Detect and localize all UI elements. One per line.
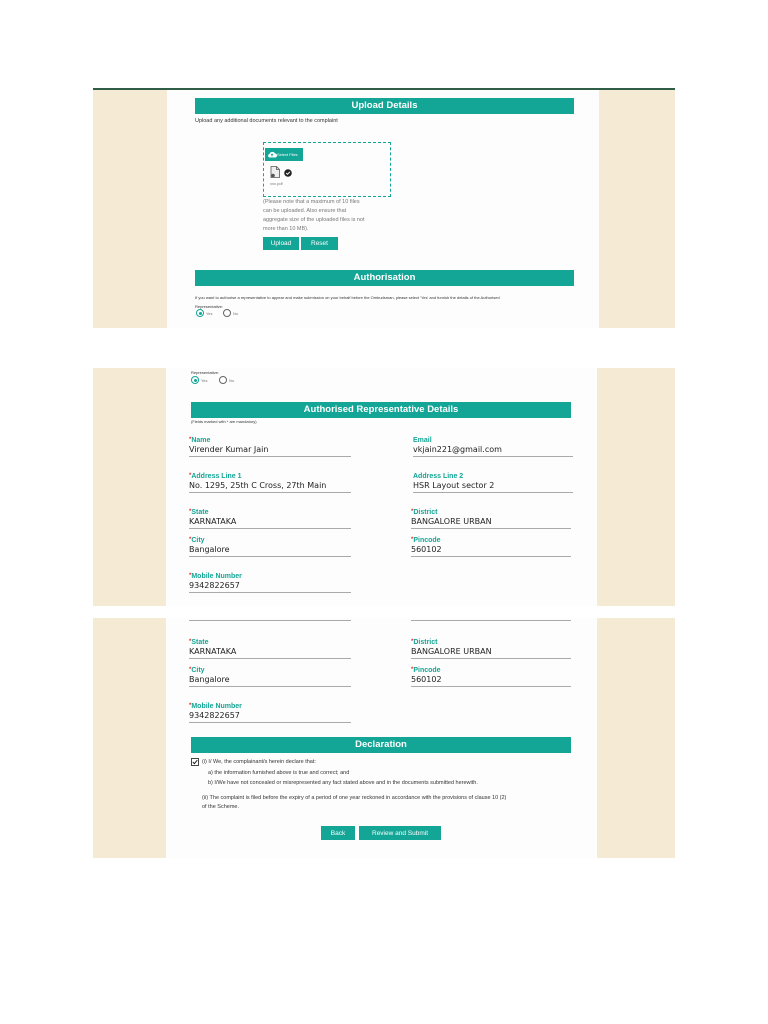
header-rule — [93, 88, 675, 90]
address-line-2-label: Address Line 2 — [413, 473, 464, 480]
radio-no-label: No — [229, 378, 235, 383]
authorisation-header: Authorisation — [195, 270, 574, 286]
address-line-2-field[interactable]: Address Line 2 HSR Layout sector 2 — [413, 472, 573, 493]
declaration-line-ii-1: (ii) The complaint is filed before the e… — [202, 795, 507, 801]
city-select[interactable]: Bangalore — [189, 545, 351, 557]
declaration-checkbox[interactable] — [191, 758, 199, 766]
email-field[interactable]: Email vkjain221@gmail.com — [413, 436, 573, 457]
city-field[interactable]: *City Bangalore — [189, 536, 351, 557]
state-label: State — [191, 639, 209, 646]
back-button[interactable]: Back — [321, 826, 355, 840]
checkbox-check-icon — [192, 759, 198, 765]
mobile-input[interactable]: 9342822657 — [189, 711, 351, 723]
district-label: District — [413, 639, 438, 646]
upload-note-line-3: aggregate size of the uploaded files is … — [263, 217, 365, 223]
mobile-field[interactable]: *Mobile Number 9342822657 — [189, 572, 351, 593]
declaration-line-ii-2: of the Scheme. — [202, 804, 239, 810]
screenshot-upload: Upload Details Upload any additional doc… — [93, 88, 675, 328]
mobile-input[interactable]: 9342822657 — [189, 581, 351, 593]
check-circle-icon — [284, 169, 292, 177]
review-and-submit-button[interactable]: Review and Submit — [359, 826, 441, 840]
reset-button[interactable]: Reset — [301, 237, 338, 250]
file-dropzone[interactable]: Select Files xxx.pdf — [263, 142, 391, 197]
uploaded-file-name: xxx.pdf — [270, 181, 283, 186]
pincode-input[interactable]: 560102 — [411, 545, 571, 557]
state-field[interactable]: *State KARNATAKA — [189, 508, 351, 529]
radio-no-label: No — [233, 311, 239, 316]
radio-yes-label: Yes — [201, 378, 208, 383]
district-label: District — [413, 509, 438, 516]
radio-yes-label: Yes — [206, 311, 213, 316]
declaration-line-b: b) I/We have not concealed or misreprese… — [208, 780, 478, 786]
upload-note-line-1: (Please note that a maximum of 10 files — [263, 199, 360, 205]
cloud-upload-icon — [268, 151, 277, 158]
radio-no[interactable] — [219, 376, 227, 384]
address-line-1-input[interactable]: No. 1295, 25th C Cross, 27th Main — [189, 481, 351, 493]
pincode-field[interactable]: *Pincode 560102 — [411, 666, 571, 687]
email-label: Email — [413, 437, 432, 444]
city-field[interactable]: *City Bangalore — [189, 666, 351, 687]
declaration-line-i: (i) I/ We, the complainant/s herein decl… — [202, 759, 316, 765]
address-line-2-input[interactable]: HSR Layout sector 2 — [413, 481, 573, 493]
mobile-label: Mobile Number — [191, 703, 242, 710]
address-line-1-field[interactable]: *Address Line 1 No. 1295, 25th C Cross, … — [189, 472, 351, 493]
state-select[interactable]: KARNATAKA — [189, 517, 351, 529]
upload-button[interactable]: Upload — [263, 237, 299, 250]
screenshot-declaration: *State KARNATAKA *District BANGALORE URB… — [93, 618, 675, 858]
select-files-button[interactable]: Select Files — [265, 148, 303, 161]
name-field[interactable]: *Name Virender Kumar Jain — [189, 436, 351, 457]
document-icon — [270, 166, 280, 178]
address-line-1-label: Address Line 1 — [191, 473, 242, 480]
district-select[interactable]: BANGALORE URBAN — [411, 647, 571, 659]
district-field[interactable]: *District BANGALORE URBAN — [411, 508, 571, 529]
upload-note-line-2: can be uploaded. Also ensure that — [263, 208, 347, 214]
mobile-field[interactable]: *Mobile Number 9342822657 — [189, 702, 351, 723]
upload-instruction: Upload any additional documents relevant… — [195, 118, 338, 124]
representative-details-header: Authorised Representative Details — [191, 402, 571, 418]
upload-note-line-4: more than 10 MB). — [263, 226, 309, 232]
state-label: State — [191, 509, 209, 516]
name-input[interactable]: Virender Kumar Jain — [189, 445, 351, 457]
mobile-label: Mobile Number — [191, 573, 242, 580]
upload-details-header: Upload Details — [195, 98, 574, 114]
city-label: City — [191, 667, 205, 674]
name-label: Name — [191, 437, 211, 444]
email-input[interactable]: vkjain221@gmail.com — [413, 445, 573, 457]
radio-no[interactable] — [223, 309, 231, 317]
radio-yes[interactable] — [196, 309, 204, 317]
state-field[interactable]: *State KARNATAKA — [189, 638, 351, 659]
declaration-header: Declaration — [191, 737, 571, 753]
declaration-line-a: a) the information furnished above is tr… — [208, 770, 350, 776]
pincode-label: Pincode — [413, 667, 441, 674]
clipped-field-underline — [411, 620, 571, 621]
radio-yes[interactable] — [191, 376, 199, 384]
authorisation-text: If you want to authorise a representativ… — [195, 295, 500, 300]
pincode-label: Pincode — [413, 537, 441, 544]
mandatory-note: (Fields marked with * are mandatory) — [191, 419, 257, 424]
select-files-label: Select Files — [277, 152, 298, 157]
clipped-field-underline — [189, 620, 351, 621]
city-select[interactable]: Bangalore — [189, 675, 351, 687]
city-label: City — [191, 537, 205, 544]
district-field[interactable]: *District BANGALORE URBAN — [411, 638, 571, 659]
state-select[interactable]: KARNATAKA — [189, 647, 351, 659]
pincode-input[interactable]: 560102 — [411, 675, 571, 687]
district-select[interactable]: BANGALORE URBAN — [411, 517, 571, 529]
pincode-field[interactable]: *Pincode 560102 — [411, 536, 571, 557]
screenshot-representative: Representative: Yes No Authorised Repres… — [93, 368, 675, 606]
representative-label: Representative: — [191, 370, 220, 375]
